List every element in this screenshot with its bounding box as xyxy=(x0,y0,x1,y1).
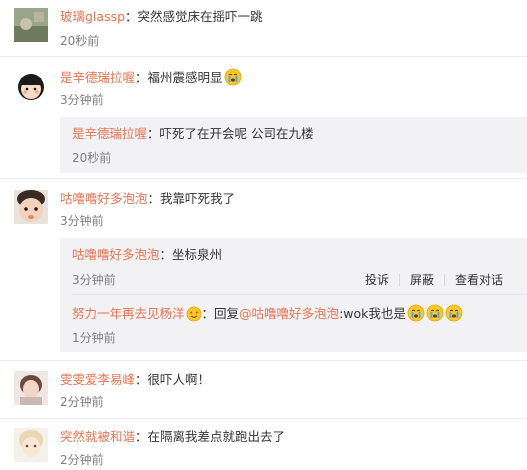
divider xyxy=(0,178,527,179)
comment-time: 2分钟前 xyxy=(60,453,104,467)
reply-username[interactable]: 是辛德瑞拉喔 xyxy=(72,126,147,141)
heart-face-icon xyxy=(186,306,202,327)
comment-time: 3分钟前 xyxy=(60,93,104,107)
divider xyxy=(72,294,527,295)
comment-text: 在隔离我差点就跑出去了 xyxy=(147,429,286,444)
report-button[interactable]: 投诉 xyxy=(355,274,399,286)
block-button[interactable]: 屏蔽 xyxy=(398,274,444,286)
divider xyxy=(0,56,527,57)
reply-time: 3分钟前 xyxy=(72,273,116,287)
avatar[interactable] xyxy=(14,190,48,224)
comment-username[interactable]: 雯雯爱李易峰 xyxy=(60,372,135,387)
avatar[interactable] xyxy=(14,68,48,102)
avatar[interactable] xyxy=(14,428,48,462)
comment-text: 我靠吓死我了 xyxy=(160,191,236,206)
reply-line: 是辛德瑞拉喔：吓死了在开会呢 公司在九楼 xyxy=(72,125,314,143)
reply-username[interactable]: 努力一年再去见杨洋 xyxy=(72,306,185,321)
comment-text: 福州震感明显 xyxy=(147,70,223,85)
reply-colon: ： xyxy=(147,126,160,141)
reply-box: 咕噜噜好多泡泡：坐标泉州 3分钟前 投诉 屏蔽 查看对话 努力一年再去见杨洋 ：回… xyxy=(60,238,527,352)
reply-colon: ： xyxy=(159,247,173,262)
crying-face-icon xyxy=(224,68,242,91)
reply-line: 咕噜噜好多泡泡：坐标泉州 xyxy=(72,246,222,264)
avatar[interactable] xyxy=(14,8,48,42)
reply-box: 是辛德瑞拉喔：吓死了在开会呢 公司在九楼 20秒前 xyxy=(60,117,527,173)
reply-text: 坐标泉州 xyxy=(172,247,223,262)
comment-line: 雯雯爱李易峰：很吓人啊！ xyxy=(60,371,210,389)
comment-colon: ： xyxy=(135,372,148,387)
reply-time: 1分钟前 xyxy=(72,331,116,345)
comment-line: 咕噜噜好多泡泡：我靠吓死我了 xyxy=(60,190,235,208)
comment-username[interactable]: 是辛德瑞拉喔 xyxy=(60,70,135,85)
crying-face-icon xyxy=(445,304,463,327)
reply-prefix: 回复 xyxy=(214,306,240,321)
comment-line: 突然就被和谐：在隔离我差点就跑出去了 xyxy=(60,428,285,446)
comment-time: 3分钟前 xyxy=(60,214,104,228)
comment-time: 2分钟前 xyxy=(60,395,104,409)
crying-face-icon xyxy=(407,304,425,327)
comment-colon: ： xyxy=(125,9,138,24)
reply-actions: 投诉 屏蔽 查看对话 xyxy=(355,274,513,286)
avatar[interactable] xyxy=(14,371,48,405)
comment-text: 突然感觉床在摇吓一跳 xyxy=(137,9,263,24)
comment-colon: ： xyxy=(135,70,148,85)
view-conversation-button[interactable]: 查看对话 xyxy=(443,274,513,286)
comment-time: 20秒前 xyxy=(60,34,100,48)
comment-text: 很吓人啊！ xyxy=(147,372,211,387)
reply-colon: ： xyxy=(201,306,215,321)
divider xyxy=(0,418,527,419)
reply-username[interactable]: 咕噜噜好多泡泡 xyxy=(72,247,160,262)
reply-line: 努力一年再去见杨洋 ：回复@咕噜噜好多泡泡:wok我也是 xyxy=(72,304,463,327)
comment-colon: ： xyxy=(135,429,148,444)
comment-username[interactable]: 突然就被和谐 xyxy=(60,429,135,444)
comment-username[interactable]: 咕噜噜好多泡泡 xyxy=(60,191,148,206)
mention-link[interactable]: @咕噜噜好多泡泡 xyxy=(239,306,339,321)
reply-text: 吓死了在开会呢 公司在九楼 xyxy=(159,126,314,141)
reply-text: :wok我也是 xyxy=(339,306,406,321)
reply-time: 20秒前 xyxy=(72,151,112,165)
comment-colon: ： xyxy=(147,191,161,206)
comment-username[interactable]: 玻璃glassp xyxy=(60,9,125,24)
crying-face-icon xyxy=(426,304,444,327)
comment-line: 玻璃glassp：突然感觉床在摇吓一跳 xyxy=(60,8,263,26)
comment-line: 是辛德瑞拉喔：福州震感明显 xyxy=(60,68,242,91)
divider xyxy=(0,360,527,361)
